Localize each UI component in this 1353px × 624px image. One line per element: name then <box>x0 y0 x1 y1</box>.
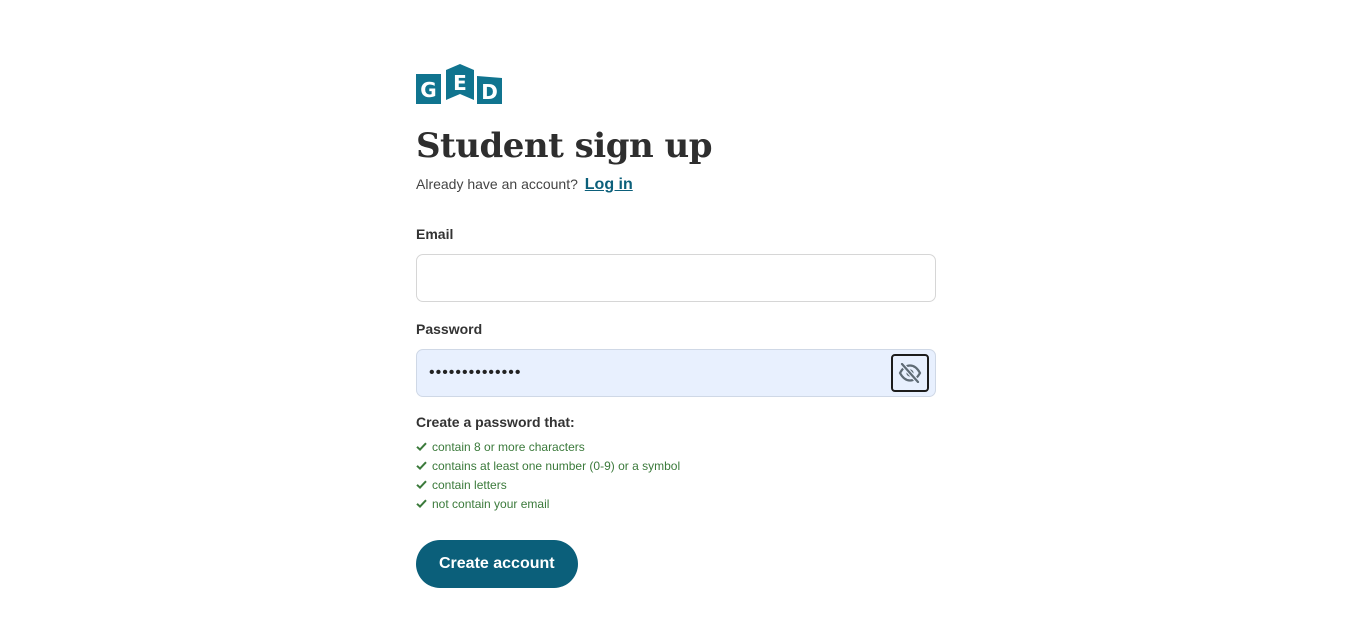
login-prompt-text: Already have an account? <box>416 176 578 192</box>
email-label: Email <box>416 226 454 242</box>
login-link[interactable]: Log in <box>585 176 633 193</box>
toggle-password-visibility-button[interactable] <box>891 354 929 392</box>
login-prompt: Already have an account? Log in <box>416 174 936 195</box>
password-requirements-title: Create a password that: <box>416 414 575 430</box>
requirement-item: contains at least one number (0-9) or a … <box>416 456 936 475</box>
create-account-button[interactable]: Create account <box>416 540 578 588</box>
requirement-text: not contain your email <box>432 496 550 511</box>
eye-slash-icon <box>898 363 922 383</box>
check-icon <box>416 480 427 490</box>
logo-letter-d: D <box>481 80 498 104</box>
ged-logo: G E D <box>416 64 502 104</box>
email-field-box <box>416 254 936 302</box>
password-requirements-list: contain 8 or more characters contains at… <box>416 437 936 513</box>
email-field[interactable] <box>417 255 935 301</box>
requirement-text: contains at least one number (0-9) or a … <box>432 458 681 473</box>
requirement-text: contain 8 or more characters <box>432 439 585 454</box>
requirement-item: not contain your email <box>416 494 936 513</box>
password-field[interactable] <box>417 350 935 396</box>
check-icon <box>416 442 427 452</box>
requirement-item: contain 8 or more characters <box>416 437 936 456</box>
requirement-item: contain letters <box>416 475 936 494</box>
password-label: Password <box>416 321 483 337</box>
page-title: Student sign up <box>416 126 713 166</box>
logo-letter-e: E <box>453 71 467 95</box>
signup-page: G E D Student sign up Already have an ac… <box>0 0 1353 624</box>
check-icon <box>416 461 427 471</box>
signup-form: G E D Student sign up Already have an ac… <box>416 64 936 588</box>
password-field-box <box>416 349 936 397</box>
logo-letter-g: G <box>420 78 436 102</box>
requirement-text: contain letters <box>432 477 507 492</box>
check-icon <box>416 499 427 509</box>
